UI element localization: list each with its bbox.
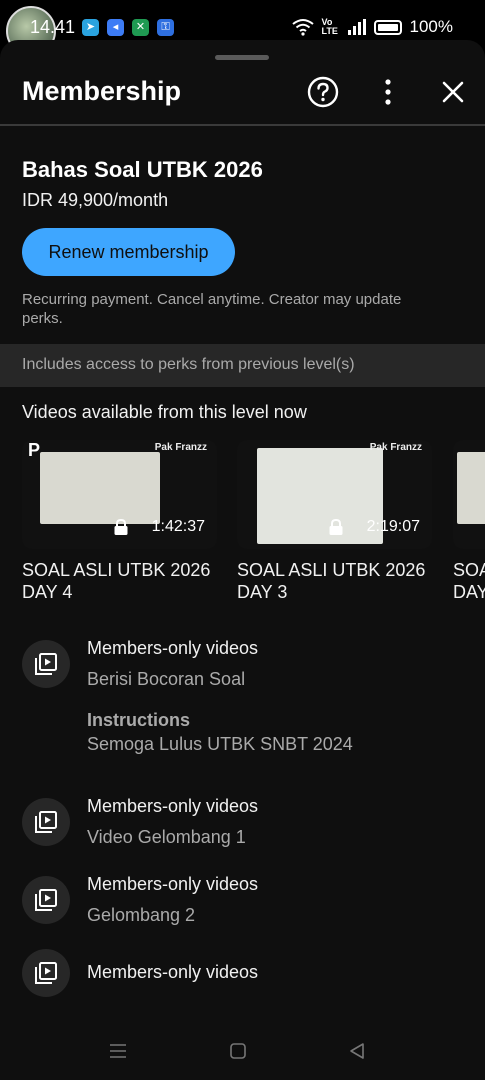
battery-percent: 100% [409, 17, 453, 36]
membership-price: IDR 49,900/month [22, 190, 169, 210]
status-time: 14.41 [30, 17, 76, 37]
video-thumbnail[interactable] [453, 440, 485, 549]
perk-description: Gelombang 2 [87, 905, 196, 925]
header-divider [0, 124, 485, 126]
lock-icon [329, 518, 343, 535]
video-thumbnail[interactable]: P Pak Franzz 1:42:37 [22, 440, 217, 549]
previous-perks-text: Includes access to perks from previous l… [22, 356, 355, 373]
video-title[interactable]: SOAL ASLI UTBK 2026 DAY 4 [22, 559, 217, 603]
page-title: Membership [22, 76, 182, 106]
status-indicators: Vo LTE 100% [291, 17, 453, 37]
drag-handle[interactable] [215, 55, 269, 60]
video-library-icon [35, 653, 57, 675]
thumbnail-whiteboard [257, 448, 383, 544]
video-duration: 2:19:07 [366, 518, 420, 535]
telegram-icon: ➤ [82, 19, 99, 36]
membership-sheet: Membership Bahas Soal UTBK 2026 IDR 49,9… [0, 40, 485, 1080]
more-vert-icon [385, 79, 391, 105]
help-icon [307, 76, 339, 108]
thumbnail-channel-name: Pak Franzz [154, 442, 207, 453]
back-triangle-icon [350, 1043, 364, 1059]
perk-item: Members-only videos Video Gelombang 1 [22, 776, 462, 847]
perk-icon-container [22, 876, 70, 924]
menu-lines-icon [110, 1044, 126, 1058]
previous-perks-banner: Includes access to perks from previous l… [0, 344, 485, 387]
lock-icon [114, 518, 128, 535]
video-card[interactable]: P Pak Franzz 1:42:37 SOAL ASLI UTBK 2026… [22, 440, 217, 603]
perk-description: Video Gelombang 1 [87, 827, 246, 847]
thumbnail-whiteboard [457, 452, 485, 524]
signal-icon [347, 19, 366, 35]
home-button[interactable] [226, 1040, 250, 1062]
membership-level-title: Bahas Soal UTBK 2026 [22, 157, 263, 182]
perk-title: Members-only videos [87, 962, 259, 982]
perk-description: Berisi Bocoran Soal [87, 669, 246, 689]
perk-instructions-label: Instructions [87, 710, 191, 730]
video-library-icon [35, 811, 57, 833]
videos-heading: Videos available from this level now [22, 402, 307, 422]
close-icon [442, 81, 464, 103]
perk-title: Members-only videos [87, 796, 259, 816]
video-title[interactable]: SOAL ASLI UTBK 2026 DAY [453, 559, 485, 603]
perk-item: Members-only videos Berisi Bocoran Soal … [22, 618, 462, 758]
help-button[interactable] [307, 76, 339, 108]
volte-label: Vo LTE [321, 17, 338, 36]
notification-icons: ➤ ◂ ✕ ⚿ [82, 19, 174, 36]
back-button[interactable] [345, 1040, 369, 1062]
system-navigation-bar [0, 1020, 485, 1080]
video-library-icon [35, 889, 57, 911]
perk-icon-container [22, 798, 70, 846]
battery-icon [373, 19, 402, 35]
x-app-icon: ✕ [132, 19, 149, 36]
key-app-icon: ⚿ [157, 19, 174, 36]
channel-logo-mark: P [28, 440, 41, 460]
video-card[interactable]: Pak Franzz 2:19:07 SOAL ASLI UTBK 2026 D… [237, 440, 432, 603]
perk-item: Members-only videos Gelombang 2 [22, 854, 462, 925]
video-library-icon [35, 962, 57, 984]
home-square-icon [230, 1043, 246, 1059]
renew-membership-button[interactable]: Renew membership [22, 228, 235, 276]
close-button[interactable] [437, 76, 469, 108]
thumbnail-channel-name: Pak Franzz [369, 442, 422, 453]
perk-title: Members-only videos [87, 638, 259, 658]
perk-item: Members-only videos [22, 942, 462, 1002]
thumbnail-whiteboard [40, 452, 160, 524]
video-duration: 1:42:37 [151, 518, 205, 535]
perk-icon-container [22, 949, 70, 997]
more-options-button[interactable] [372, 76, 404, 108]
video-thumbnail[interactable]: Pak Franzz 2:19:07 [237, 440, 432, 549]
video-card[interactable]: SOAL ASLI UTBK 2026 DAY [453, 440, 485, 603]
recents-button[interactable] [106, 1040, 130, 1062]
perk-title: Members-only videos [87, 874, 259, 894]
video-title[interactable]: SOAL ASLI UTBK 2026 DAY 3 [237, 559, 432, 603]
wifi-icon [291, 19, 314, 36]
volume-icon: ◂ [107, 19, 124, 36]
perk-instructions-text: Semoga Lulus UTBK SNBT 2024 [87, 734, 353, 754]
perk-icon-container [22, 640, 70, 688]
recurring-payment-note: Recurring payment. Cancel anytime. Creat… [22, 291, 402, 327]
